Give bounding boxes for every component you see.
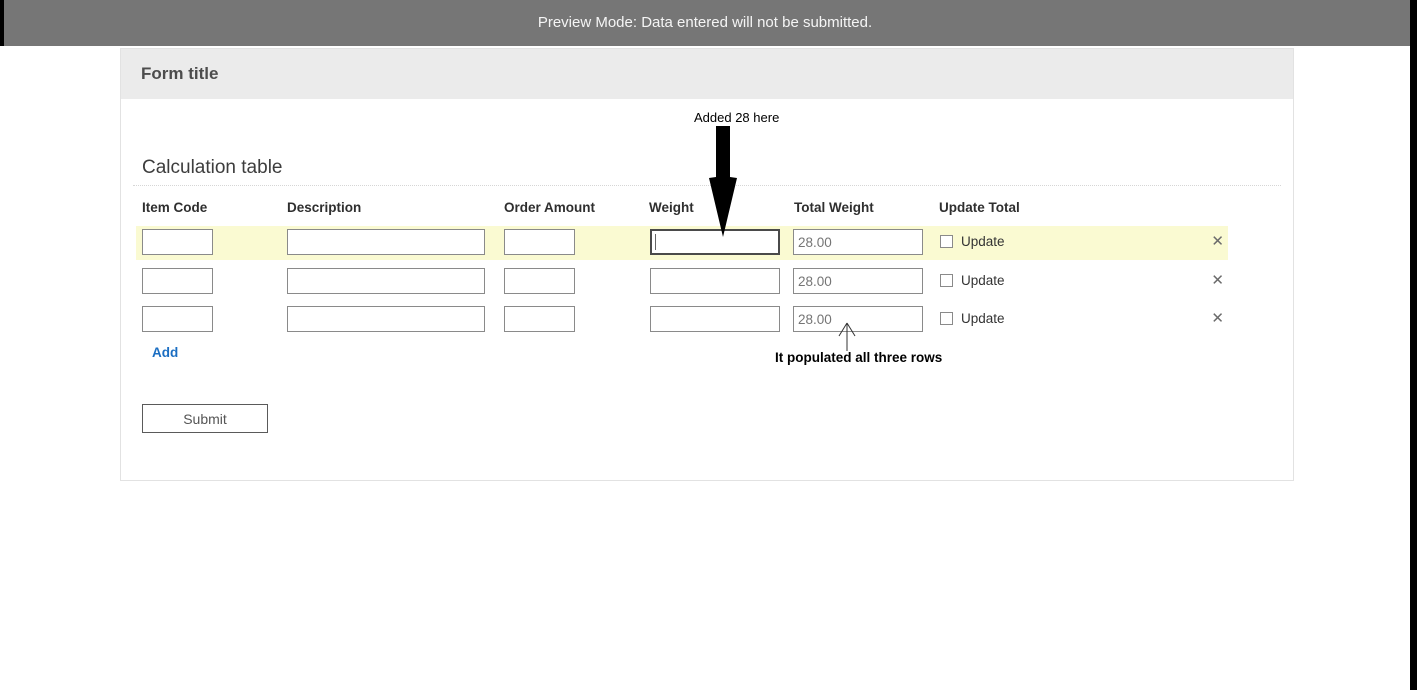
add-row-link[interactable]: Add bbox=[152, 345, 178, 360]
total-weight-input[interactable] bbox=[793, 229, 923, 255]
total-weight-input[interactable] bbox=[793, 268, 923, 294]
table-row: Update ✕ bbox=[136, 303, 1228, 337]
text-cursor bbox=[655, 234, 656, 250]
description-input[interactable] bbox=[287, 229, 485, 255]
total-weight-input[interactable] bbox=[793, 306, 923, 332]
annotation-populated-rows: It populated all three rows bbox=[775, 350, 943, 365]
update-checkbox[interactable] bbox=[940, 274, 953, 287]
column-header-order-amount: Order Amount bbox=[504, 200, 595, 215]
update-checkbox[interactable] bbox=[940, 312, 953, 325]
item-code-input[interactable] bbox=[142, 268, 213, 294]
update-checkbox[interactable] bbox=[940, 235, 953, 248]
form-header: Form title bbox=[121, 49, 1293, 99]
column-header-item-code: Item Code bbox=[142, 200, 208, 215]
preview-mode-banner: Preview Mode: Data entered will not be s… bbox=[0, 0, 1410, 46]
column-header-description: Description bbox=[287, 200, 362, 215]
description-input[interactable] bbox=[287, 306, 485, 332]
order-amount-input[interactable] bbox=[504, 268, 575, 294]
order-amount-input[interactable] bbox=[504, 306, 575, 332]
weight-input[interactable] bbox=[650, 306, 780, 332]
table-row: Update ✕ bbox=[136, 265, 1228, 299]
remove-row-icon[interactable]: ✕ bbox=[1211, 271, 1224, 291]
remove-row-icon[interactable]: ✕ bbox=[1211, 309, 1224, 329]
order-amount-input[interactable] bbox=[504, 229, 575, 255]
preview-mode-text: Preview Mode: Data entered will not be s… bbox=[537, 14, 873, 31]
down-arrow-icon bbox=[709, 126, 737, 237]
up-arrow-icon bbox=[838, 322, 856, 351]
column-header-total-weight: Total Weight bbox=[794, 200, 874, 215]
remove-row-icon[interactable]: ✕ bbox=[1211, 232, 1224, 252]
update-checkbox-label: Update bbox=[961, 234, 1005, 249]
update-checkbox-label: Update bbox=[961, 311, 1005, 326]
description-input[interactable] bbox=[287, 268, 485, 294]
update-checkbox-label: Update bbox=[961, 273, 1005, 288]
form-title: Form title bbox=[141, 64, 219, 83]
submit-button[interactable]: Submit bbox=[142, 404, 268, 433]
screen-right-edge bbox=[1410, 0, 1417, 690]
table-row: Update ✕ bbox=[136, 226, 1228, 260]
annotation-added-28: Added 28 here bbox=[694, 110, 780, 125]
item-code-input[interactable] bbox=[142, 306, 213, 332]
section-title: Calculation table bbox=[142, 157, 283, 178]
column-header-update-total: Update Total bbox=[939, 200, 1020, 215]
weight-input[interactable] bbox=[650, 268, 780, 294]
banner-left-edge bbox=[0, 0, 4, 46]
column-header-weight: Weight bbox=[649, 200, 694, 215]
item-code-input[interactable] bbox=[142, 229, 213, 255]
